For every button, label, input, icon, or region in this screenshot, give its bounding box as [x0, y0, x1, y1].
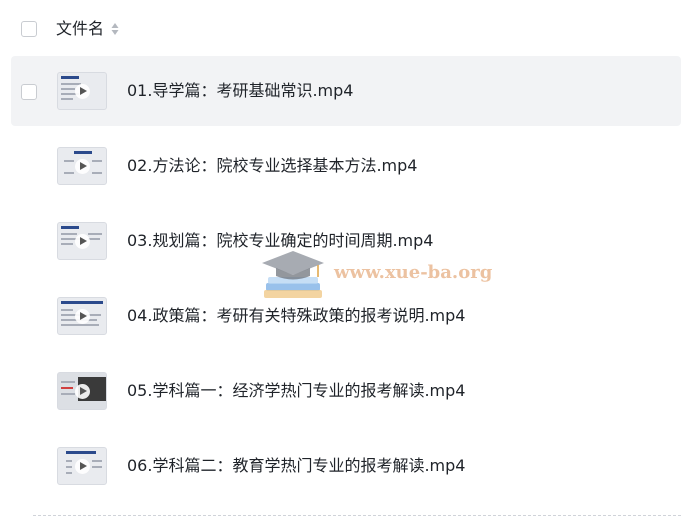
play-icon — [75, 84, 90, 99]
file-name[interactable]: 04.政策篇：考研有关特殊政策的报考说明.mp4 — [127, 305, 465, 327]
play-icon — [75, 309, 90, 324]
file-name[interactable]: 02.方法论：院校专业选择基本方法.mp4 — [127, 155, 417, 177]
row-checkbox[interactable] — [21, 84, 37, 100]
file-name[interactable]: 01.导学篇：考研基础常识.mp4 — [127, 80, 353, 102]
filename-column-header[interactable]: 文件名 — [56, 18, 104, 40]
play-icon — [75, 234, 90, 249]
select-all-checkbox[interactable] — [21, 21, 37, 37]
list-divider — [33, 515, 681, 516]
play-icon — [75, 159, 90, 174]
file-name[interactable]: 06.学科篇二：教育学热门专业的报考解读.mp4 — [127, 455, 465, 477]
video-thumbnail[interactable] — [57, 297, 107, 335]
file-row[interactable]: 06.学科篇二：教育学热门专业的报考解读.mp4 — [11, 431, 681, 501]
video-thumbnail[interactable] — [57, 447, 107, 485]
watermark-text: www.xue-ba.org — [334, 262, 493, 283]
watermark: www.xue-ba.org — [262, 247, 492, 307]
play-icon — [75, 459, 90, 474]
graduation-cap-books-icon — [262, 251, 324, 298]
file-row[interactable]: 01.导学篇：考研基础常识.mp4 — [11, 56, 681, 126]
file-list-header: 文件名 — [0, 0, 681, 56]
video-thumbnail[interactable] — [57, 372, 107, 410]
sort-icon[interactable] — [111, 22, 119, 36]
video-thumbnail[interactable] — [57, 72, 107, 110]
video-thumbnail[interactable] — [57, 147, 107, 185]
file-row[interactable]: 02.方法论：院校专业选择基本方法.mp4 — [11, 131, 681, 201]
play-icon — [75, 384, 90, 399]
file-row[interactable]: 05.学科篇一：经济学热门专业的报考解读.mp4 — [11, 356, 681, 426]
video-thumbnail[interactable] — [57, 222, 107, 260]
file-name[interactable]: 05.学科篇一：经济学热门专业的报考解读.mp4 — [127, 380, 465, 402]
